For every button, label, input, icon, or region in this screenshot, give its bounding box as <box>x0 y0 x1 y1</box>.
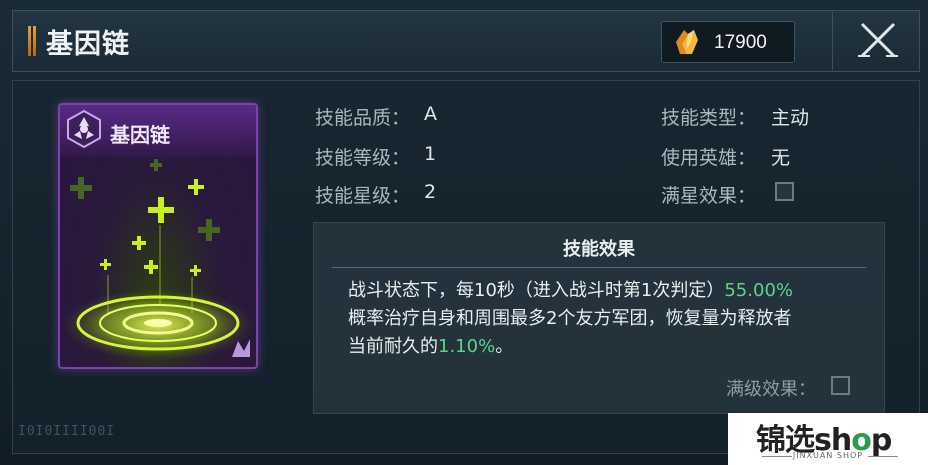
max-star-label: 满星效果： <box>661 185 757 207</box>
effect-chance: 55.00% <box>724 280 793 301</box>
max-level-checkbox[interactable] <box>831 376 850 395</box>
currency-value: 17900 <box>714 32 767 53</box>
currency-display: 17900 <box>661 21 795 63</box>
title-accent-gap <box>31 26 33 56</box>
page-title: 基因链 <box>46 29 130 60</box>
effect-heal-percent: 1.10% <box>438 336 496 357</box>
level-value: 1 <box>424 143 437 165</box>
star-value: 2 <box>424 181 437 203</box>
watermark-line-right <box>868 456 898 457</box>
hero-value: 无 <box>771 147 791 169</box>
effect-text-2: 概率治疗自身和周围最多2个友方军团，恢复量为释放者 <box>348 308 792 329</box>
effect-text-1: 战斗状态下，每10秒（进入战斗时第1次判定） <box>348 280 725 301</box>
effect-text-3: 当前耐久的 <box>348 336 438 357</box>
skill-card[interactable]: 基因链 <box>58 103 258 369</box>
max-level-label: 满级效果： <box>726 379 816 400</box>
effect-box: 技能效果 战斗状态下，每10秒（进入战斗时第1次判定）55.00% 概率治疗自身… <box>313 222 885 414</box>
quality-label: 技能品质： <box>315 107 411 129</box>
crystal-icon <box>676 30 698 54</box>
effect-divider <box>332 267 866 268</box>
type-value: 主动 <box>771 107 810 129</box>
quality-value: A <box>424 103 437 125</box>
game-window: 基因链 17900 I0I0IIII00I 基因链 技能品质： A 技能等级： … <box>0 0 928 465</box>
star-label: 技能星级： <box>315 185 411 207</box>
level-label: 技能等级： <box>315 147 411 169</box>
effect-description: 战斗状态下，每10秒（进入战斗时第1次判定）55.00% 概率治疗自身和周围最多… <box>348 277 858 361</box>
max-star-checkbox[interactable] <box>775 182 794 201</box>
hero-label: 使用英雄： <box>661 147 757 169</box>
watermark: 锦选shop JINXUAN SHOP <box>728 413 928 465</box>
close-icon[interactable] <box>852 14 904 66</box>
skill-artwork <box>62 159 254 361</box>
type-label: 技能类型： <box>661 107 757 129</box>
header-divider <box>832 12 833 70</box>
effect-text-end: 。 <box>495 336 514 357</box>
decorative-code: I0I0IIII00I <box>18 424 116 439</box>
effect-title: 技能效果 <box>563 239 635 260</box>
card-title: 基因链 <box>110 123 170 147</box>
